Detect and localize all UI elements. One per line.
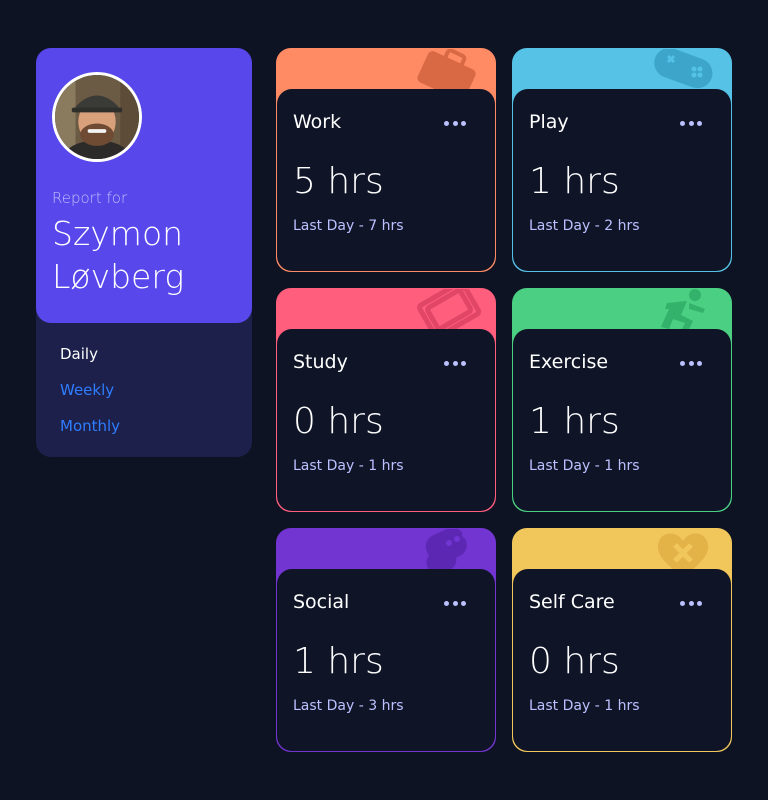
card-social-previous: Last Day - 3 hrs — [293, 698, 404, 714]
dot-icon — [697, 120, 702, 126]
card-work-title: Work — [293, 111, 342, 133]
avatar-image — [55, 75, 139, 159]
card-work-previous: Last Day - 7 hrs — [293, 218, 404, 234]
period-monthly[interactable]: Monthly — [60, 416, 120, 452]
card-self-care-title: Self Care — [529, 591, 615, 613]
dot-icon — [697, 360, 702, 366]
dot-icon — [461, 120, 466, 126]
card-social-menu-button[interactable] — [443, 591, 467, 615]
card-work-body: Work 5 hrs Last Day - 7 hrs — [277, 89, 495, 271]
card-self-care: Self Care 0 hrs Last Day - 1 hrs — [512, 528, 732, 752]
user-name: Szymon Løvberg — [52, 214, 185, 296]
period-selector: Daily Weekly Monthly — [60, 344, 120, 452]
card-exercise: Exercise 1 hrs Last Day - 1 hrs — [512, 288, 732, 512]
card-social-hours: 1 hrs — [293, 641, 384, 682]
card-play-body: Play 1 hrs Last Day - 2 hrs — [513, 89, 731, 271]
dot-icon — [444, 120, 449, 126]
card-play-title: Play — [529, 111, 569, 133]
avatar — [52, 72, 142, 162]
card-study-menu-button[interactable] — [443, 351, 467, 375]
profile-header: Report for Szymon Løvberg — [36, 48, 252, 323]
card-play-hours: 1 hrs — [529, 161, 620, 202]
card-study-hours: 0 hrs — [293, 401, 384, 442]
card-work-hours: 5 hrs — [293, 161, 384, 202]
card-study-previous: Last Day - 1 hrs — [293, 458, 404, 474]
card-social-body: Social 1 hrs Last Day - 3 hrs — [277, 569, 495, 751]
card-study-title: Study — [293, 351, 348, 373]
card-exercise-hours: 1 hrs — [529, 401, 620, 442]
dot-icon — [680, 360, 685, 366]
dot-icon — [680, 600, 685, 606]
card-work-menu-button[interactable] — [443, 111, 467, 135]
card-exercise-previous: Last Day - 1 hrs — [529, 458, 640, 474]
card-social: Social 1 hrs Last Day - 3 hrs — [276, 528, 496, 752]
dot-icon — [444, 360, 449, 366]
card-self-care-previous: Last Day - 1 hrs — [529, 698, 640, 714]
period-weekly[interactable]: Weekly — [60, 380, 120, 416]
dot-icon — [688, 360, 694, 366]
dot-icon — [444, 600, 449, 606]
card-self-care-hours: 0 hrs — [529, 641, 620, 682]
dot-icon — [697, 600, 702, 606]
dot-icon — [452, 360, 458, 366]
card-play-menu-button[interactable] — [679, 111, 703, 135]
card-study: Study 0 hrs Last Day - 1 hrs — [276, 288, 496, 512]
card-exercise-menu-button[interactable] — [679, 351, 703, 375]
period-daily[interactable]: Daily — [60, 344, 120, 380]
card-study-body: Study 0 hrs Last Day - 1 hrs — [277, 329, 495, 511]
card-exercise-title: Exercise — [529, 351, 609, 373]
card-play: Play 1 hrs Last Day - 2 hrs — [512, 48, 732, 272]
report-for-label: Report for — [52, 189, 128, 207]
card-self-care-body: Self Care 0 hrs Last Day - 1 hrs — [513, 569, 731, 751]
card-play-previous: Last Day - 2 hrs — [529, 218, 640, 234]
card-social-title: Social — [293, 591, 350, 613]
dot-icon — [452, 120, 458, 126]
dot-icon — [452, 600, 458, 606]
card-self-care-menu-button[interactable] — [679, 591, 703, 615]
dot-icon — [461, 360, 466, 366]
card-work: Work 5 hrs Last Day - 7 hrs — [276, 48, 496, 272]
dot-icon — [680, 120, 685, 126]
dot-icon — [688, 600, 694, 606]
dot-icon — [688, 120, 694, 126]
dot-icon — [461, 600, 466, 606]
profile-card: Report for Szymon Løvberg Daily Weekly M… — [36, 48, 252, 457]
card-exercise-body: Exercise 1 hrs Last Day - 1 hrs — [513, 329, 731, 511]
